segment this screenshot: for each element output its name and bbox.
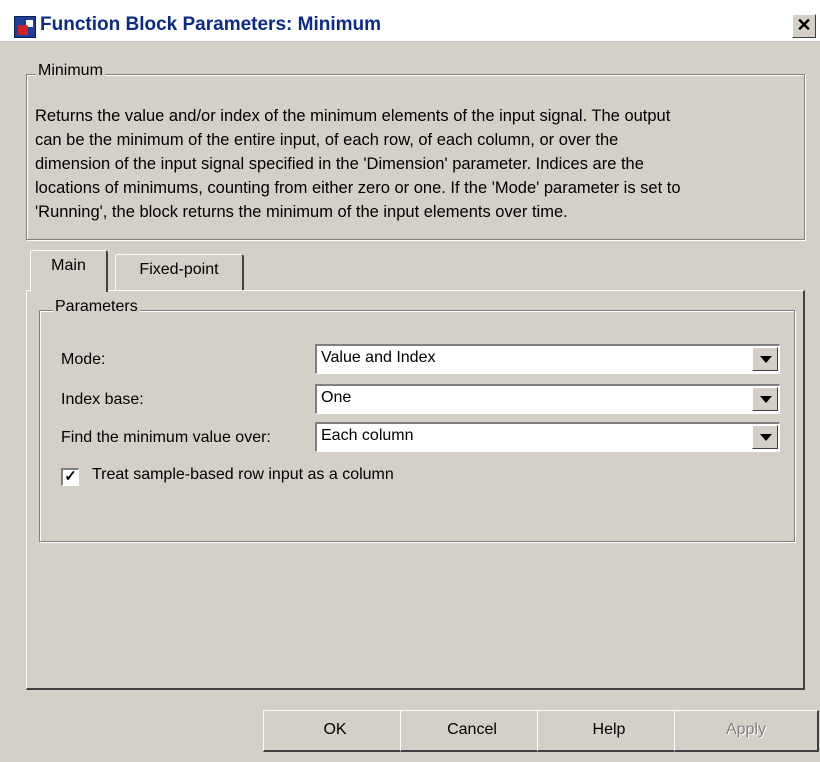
help-button[interactable]: Help bbox=[537, 710, 682, 752]
find-over-select[interactable]: Each column bbox=[315, 422, 780, 452]
tab-main[interactable]: Main bbox=[30, 250, 108, 292]
ok-button[interactable]: OK bbox=[263, 710, 408, 752]
mode-select[interactable]: Value and Index bbox=[315, 344, 780, 374]
chevron-down-icon bbox=[760, 434, 772, 441]
title-bar[interactable]: Function Block Parameters: Minimum ✕ bbox=[0, 0, 820, 42]
window-title: Function Block Parameters: Minimum bbox=[40, 14, 382, 35]
tab-fixed-point[interactable]: Fixed-point bbox=[115, 254, 244, 290]
chevron-down-icon bbox=[760, 356, 772, 363]
block-group-label: Minimum bbox=[36, 62, 105, 80]
treat-row-checkbox[interactable]: ✓ bbox=[61, 468, 79, 486]
mode-dropdown-button[interactable] bbox=[752, 347, 778, 371]
find-over-dropdown-button[interactable] bbox=[752, 425, 778, 449]
find-over-label: Find the minimum value over: bbox=[61, 429, 271, 446]
index-base-label: Index base: bbox=[61, 391, 144, 408]
close-button[interactable]: ✕ bbox=[792, 14, 816, 38]
apply-button[interactable]: Apply bbox=[674, 710, 819, 752]
index-base-dropdown-button[interactable] bbox=[752, 387, 778, 411]
index-base-value: One bbox=[321, 389, 352, 406]
mode-label: Mode: bbox=[61, 351, 106, 368]
mode-value: Value and Index bbox=[321, 349, 436, 366]
treat-row-label[interactable]: Treat sample-based row input as a column bbox=[92, 466, 394, 484]
simulink-block-icon bbox=[14, 16, 36, 38]
dialog-window: Function Block Parameters: Minimum ✕ Min… bbox=[0, 0, 820, 762]
index-base-select[interactable]: One bbox=[315, 384, 780, 414]
parameters-group-label: Parameters bbox=[53, 298, 140, 316]
cancel-button[interactable]: Cancel bbox=[400, 710, 545, 752]
find-over-value: Each column bbox=[321, 427, 414, 444]
chevron-down-icon bbox=[760, 396, 772, 403]
block-description: Returns the value and/or index of the mi… bbox=[35, 107, 681, 221]
